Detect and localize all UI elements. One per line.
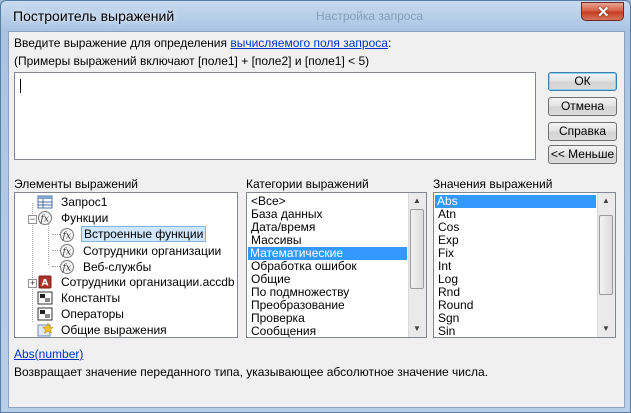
list-item[interactable]: Sin — [436, 325, 457, 338]
function-icon: fx — [38, 211, 52, 225]
function-icon: fx — [60, 260, 74, 274]
svg-text:fx: fx — [62, 232, 71, 242]
database-icon: A — [38, 275, 52, 289]
prompt-label: Введите выражение для определения — [14, 36, 231, 50]
svg-text:fx: fx — [62, 248, 71, 258]
prompt-suffix: : — [387, 36, 392, 50]
values-label: Значения выражений — [433, 177, 553, 191]
list-item[interactable]: Сообщения — [249, 325, 318, 338]
expand-icon[interactable]: + — [28, 279, 37, 288]
tree-item-label: Общие выражения — [61, 323, 167, 337]
svg-text:fx: fx — [40, 215, 49, 225]
query-icon — [37, 195, 53, 209]
svg-text:A: A — [42, 279, 49, 289]
tree-item-label: Веб-службы — [83, 260, 152, 274]
function-icon: fx — [60, 228, 74, 242]
tree-item-label: Константы — [61, 291, 121, 305]
cancel-button[interactable]: Отмена — [548, 97, 617, 116]
scroll-thumb[interactable] — [410, 209, 424, 289]
categories-scrollbar[interactable]: ▲ ▼ — [408, 193, 426, 337]
function-icon: fx — [60, 244, 74, 258]
title-bar[interactable]: Построитель выражений Настройка запроса … — [1, 1, 630, 31]
tree-item-label: Запрос1 — [61, 195, 108, 209]
operators-icon — [37, 307, 53, 321]
collapse-icon[interactable]: − — [28, 215, 37, 224]
background-window-title: Настройка запроса — [316, 9, 424, 23]
tree-line — [48, 220, 49, 265]
elements-label: Элементы выражений — [14, 177, 138, 191]
ok-button[interactable]: ОК — [548, 72, 617, 91]
text-caret — [20, 79, 21, 93]
function-syntax-link[interactable]: Abs(number) — [14, 347, 83, 361]
examples-text: (Примеры выражений включают [поле1] + [п… — [14, 54, 370, 68]
scroll-up-icon[interactable]: ▲ — [598, 193, 614, 209]
close-icon: ✕ — [597, 4, 610, 21]
categories-list[interactable]: <Все> База данных Дата/время Массивы Мат… — [246, 192, 427, 338]
values-scrollbar[interactable]: ▲ ▼ — [597, 193, 615, 337]
less-button[interactable]: << Меньше — [548, 145, 617, 164]
prompt-text: Введите выражение для определения вычисл… — [14, 36, 391, 50]
window-title: Построитель выражений — [13, 8, 175, 24]
tree-item-label: Встроенные функции — [81, 226, 207, 242]
tree-item-label: Функции — [61, 211, 109, 225]
help-button[interactable]: Справка — [548, 122, 617, 141]
common-expressions-icon — [37, 323, 53, 337]
scroll-thumb[interactable] — [599, 215, 613, 295]
scroll-up-icon[interactable]: ▲ — [409, 193, 425, 209]
list-item-selected[interactable]: Abs — [435, 195, 596, 208]
dialog-body: Введите выражение для определения вычисл… — [8, 31, 625, 408]
tree-item-label: Операторы — [61, 307, 124, 321]
tree-item-label: Сотрудники организации.accdb — [61, 275, 235, 289]
expression-builder-window: Построитель выражений Настройка запроса … — [0, 0, 631, 413]
scroll-down-icon[interactable]: ▼ — [409, 321, 425, 337]
calculated-field-link[interactable]: вычисляемого поля запроса — [230, 36, 388, 50]
elements-tree[interactable]: Запрос1 − fx Функции fx Встроенные функц… — [14, 192, 238, 338]
function-description: Возвращает значение переданного типа, ук… — [14, 365, 489, 379]
values-list[interactable]: Abs Atn Cos Exp Fix Int Log Rnd Round Sg… — [433, 192, 616, 338]
constants-icon — [37, 291, 53, 305]
expression-input[interactable] — [14, 72, 536, 160]
close-button[interactable]: ✕ — [581, 2, 624, 21]
scroll-down-icon[interactable]: ▼ — [598, 321, 614, 337]
tree-item-label: Сотрудники организации — [83, 244, 222, 258]
svg-text:fx: fx — [62, 264, 71, 274]
categories-label: Категории выражений — [246, 177, 369, 191]
